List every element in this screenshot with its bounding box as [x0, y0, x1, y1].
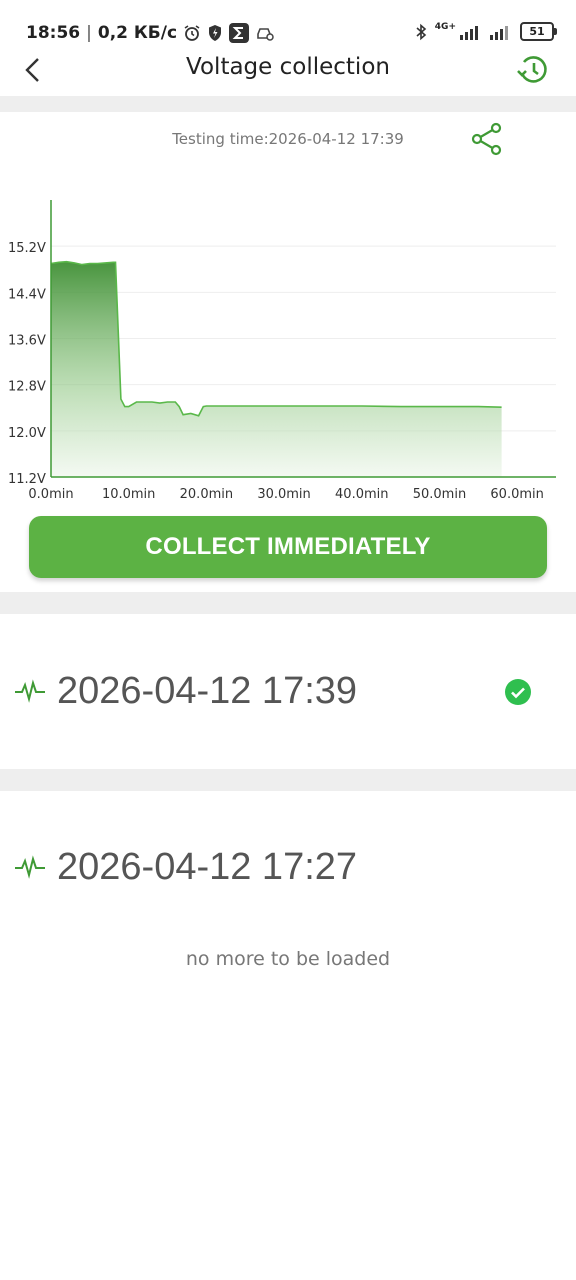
- history-clock-icon[interactable]: [514, 52, 550, 88]
- x-tick-label: 50.0min: [413, 487, 466, 502]
- divider-2: [0, 769, 576, 791]
- page-title: Voltage collection: [186, 54, 390, 80]
- x-tick-label: 40.0min: [335, 487, 388, 502]
- waveform-icon: [15, 679, 45, 703]
- collect-immediately-button[interactable]: COLLECT IMMEDIATELY: [29, 516, 547, 578]
- y-tick-label: 12.0V: [8, 426, 46, 441]
- selected-check-icon: [505, 679, 531, 705]
- status-separator: |: [86, 23, 92, 43]
- waveform-icon: [15, 855, 45, 879]
- status-bar: 18:56 | 0,2 КБ/с 4G+ 51: [0, 0, 576, 48]
- x-tick-label: 0.0min: [28, 487, 73, 502]
- divider-top: [0, 96, 576, 112]
- app-header: Voltage collection: [0, 48, 576, 96]
- car-search-icon: [257, 28, 274, 41]
- x-tick-label: 10.0min: [102, 487, 155, 502]
- y-tick-label: 15.2V: [8, 241, 46, 256]
- y-tick-label: 12.8V: [8, 380, 46, 395]
- network-type: 4G+: [434, 22, 456, 32]
- status-time: 18:56: [26, 23, 81, 43]
- status-right: 4G+ 51: [415, 22, 557, 41]
- y-tick-label: 11.2V: [8, 472, 46, 487]
- voltage-chart: 15.2V 14.4V 13.6V 12.8V 12.0V 11.2V0.0min 10.0…: [8, 200, 556, 502]
- status-net-speed: 0,2 КБ/с: [97, 23, 178, 43]
- alarm-icon: [184, 25, 200, 41]
- sigma-icon: [229, 23, 250, 43]
- y-tick-label: 14.4V: [8, 287, 46, 302]
- signal-icon-1: [460, 25, 478, 40]
- signal-icon-2: [490, 25, 508, 40]
- divider-1: [0, 592, 576, 614]
- share-icon[interactable]: [470, 122, 504, 156]
- series-area: [51, 261, 502, 477]
- no-more-label: no more to be loaded: [185, 948, 391, 970]
- x-tick-label: 60.0min: [490, 487, 543, 502]
- x-tick-label: 30.0min: [257, 487, 310, 502]
- shield-bolt-icon: [209, 25, 222, 41]
- battery-indicator: 51: [520, 22, 557, 41]
- record-time: 2026-04-12 17:27: [57, 846, 358, 888]
- y-tick-label: 13.6V: [8, 334, 46, 349]
- status-left: 18:56 | 0,2 КБ/с: [26, 23, 275, 43]
- bluetooth-icon: [416, 23, 427, 40]
- record-row[interactable]: 2026-04-12 17:27: [0, 838, 576, 898]
- record-time: 2026-04-12 17:39: [57, 670, 358, 712]
- x-tick-label: 20.0min: [180, 487, 233, 502]
- record-row[interactable]: 2026-04-12 17:39: [0, 662, 576, 722]
